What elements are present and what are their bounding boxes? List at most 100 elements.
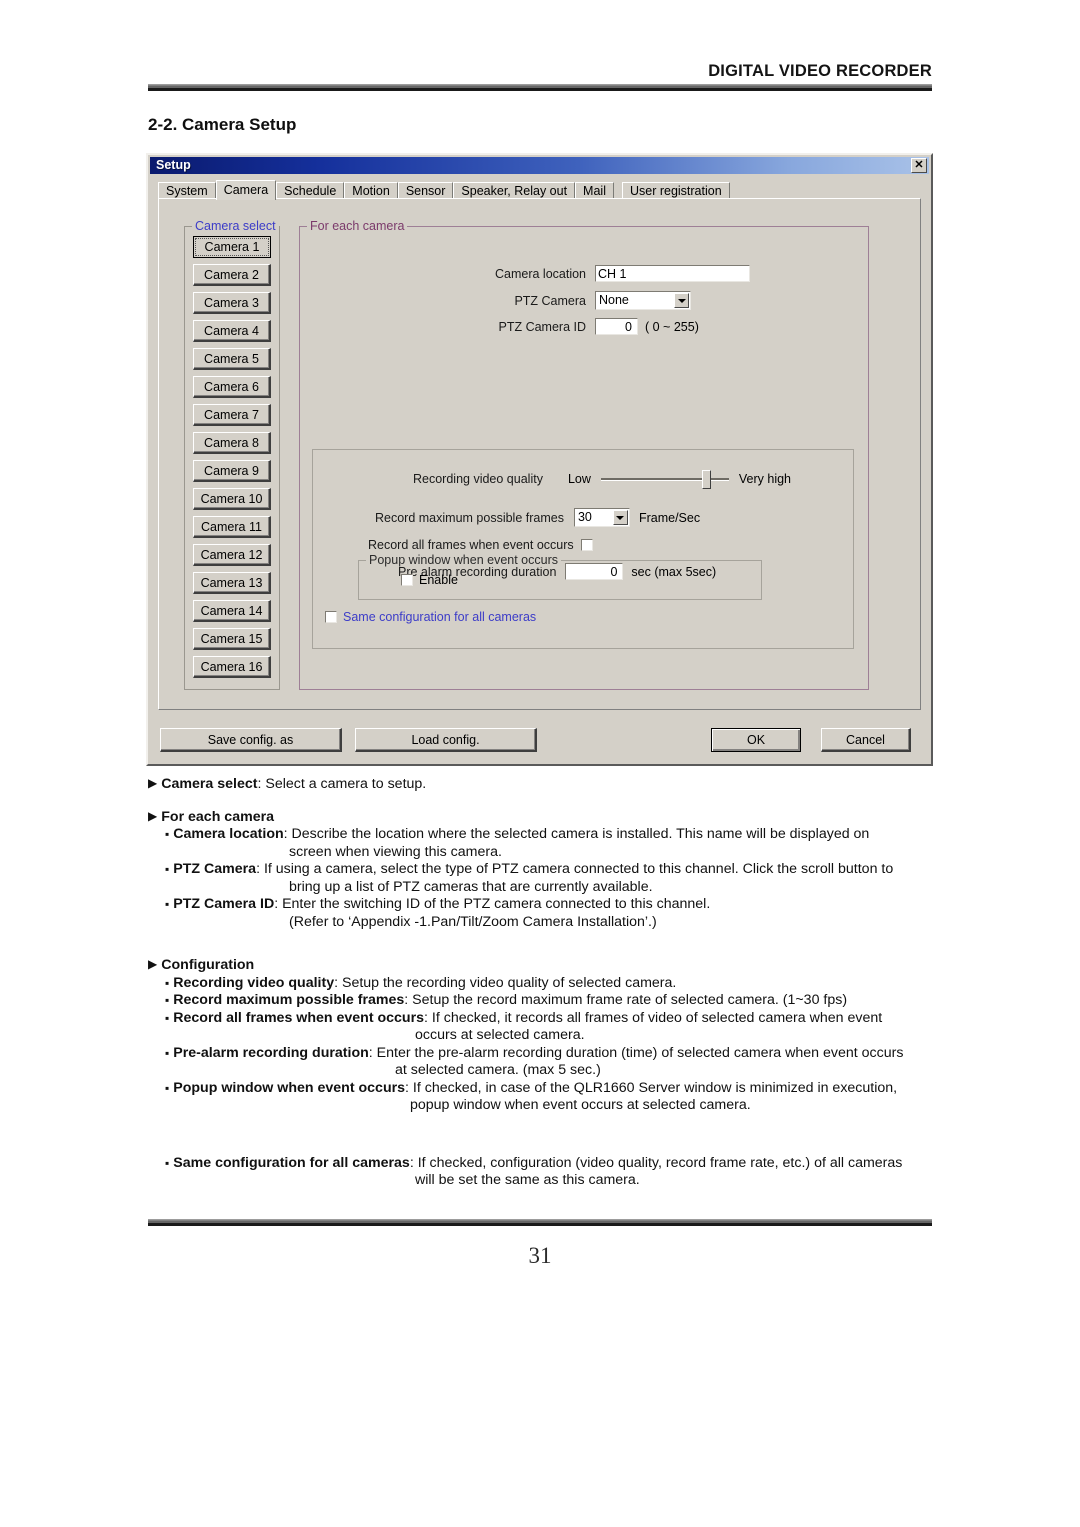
camera-button-3[interactable]: Camera 3 [193,292,271,314]
square-bullet-icon: ▪ [165,1080,170,1095]
triangle-bullet-icon: ▶ [148,776,158,790]
ok-button[interactable]: OK [711,728,801,752]
desc-record-all-frames-cont: occurs at selected camera. [415,1027,585,1043]
chevron-down-icon[interactable] [612,510,628,525]
camera-button-4[interactable]: Camera 4 [193,320,271,342]
tab-motion[interactable]: Motion [344,182,398,199]
popup-window-group: Popup window when event occurs Enable [358,553,762,600]
desc-recording-quality: ▪ Recording video quality: Setup the reco… [148,975,938,993]
tab-sensor[interactable]: Sensor [397,182,454,199]
camera-button-10[interactable]: Camera 10 [193,488,271,510]
setup-dialog: Setup ✕ System Camera Schedule Motion Se… [146,153,933,766]
desc-same-config-cont: will be set the same as this camera. [415,1172,640,1188]
popup-window-legend: Popup window when event occurs [366,553,562,567]
camera-location-input[interactable]: CH 1 [595,265,750,282]
camera-button-1[interactable]: Camera 1 [193,236,271,258]
chevron-down-icon[interactable] [674,293,689,308]
desc-max-frames: ▪ Record maximum possible frames: Setup t… [148,992,938,1010]
popup-enable-row: Enable [401,573,458,587]
square-bullet-icon: ▪ [165,993,170,1007]
triangle-bullet-icon: ▶ [148,957,158,971]
ptz-camera-select[interactable]: None [595,291,691,310]
camera-button-6[interactable]: Camera 6 [193,376,271,398]
cancel-button[interactable]: Cancel [821,728,911,752]
camera-button-5[interactable]: Camera 5 [193,348,271,370]
page-number: 31 [528,1243,552,1268]
close-icon[interactable]: ✕ [911,158,927,173]
camera-tab-page: Camera select Camera 1 Camera 2 Camera 3… [158,198,921,710]
camera-button-12[interactable]: Camera 12 [193,544,271,566]
camera-button-2[interactable]: Camera 2 [193,264,271,286]
max-frames-select[interactable]: 30 [573,508,630,527]
ptz-camera-label: PTZ Camera [514,293,586,308]
popup-enable-checkbox[interactable] [401,574,413,586]
record-all-frames-checkbox[interactable] [580,539,593,551]
camera-select-legend: Camera select [192,219,279,233]
desc-pre-alarm-text: : Enter the pre-alarm recording duration… [368,1044,904,1061]
camera-button-14[interactable]: Camera 14 [193,600,271,622]
camera-button-15[interactable]: Camera 15 [193,628,271,650]
record-all-frames-row: Record all frames when event occurs [368,538,593,552]
tab-speaker-relay-out[interactable]: Speaker, Relay out [453,182,576,199]
save-config-as-button[interactable]: Save config. as [160,728,342,752]
ptz-camera-id-range: ( 0 ~ 255) [645,319,699,334]
desc-for-each-camera-term: For each camera [161,808,275,825]
camera-button-11[interactable]: Camera 11 [193,516,271,538]
configuration-group: Recording video quality Low Very high Re… [312,449,854,649]
header-divider-rule [148,84,932,91]
desc-popup-window-cont: popup window when event occurs at select… [410,1097,751,1113]
camera-button-8[interactable]: Camera 8 [193,432,271,454]
desc-same-config-text: : If checked, configuration (video quali… [409,1154,903,1171]
ptz-camera-id-input[interactable]: 0 [595,318,638,335]
desc-same-config-term: Same configuration for all cameras [173,1154,410,1171]
camera-button-13[interactable]: Camera 13 [193,572,271,594]
desc-camera-location-text: : Describe the location where the select… [283,826,870,842]
desc-camera-location: ▪ Camera location: Describe the location … [148,826,938,861]
desc-camera-select-term: Camera select [161,776,258,792]
desc-camera-select-text: : Select a camera to setup. [257,776,427,792]
tab-user-registration[interactable]: User registration [621,182,730,199]
ptz-camera-id-row: PTZ Camera ID 0 ( 0 ~ 255) [468,318,699,335]
desc-record-all-frames-term: Record all frames when event occurs [173,1009,425,1026]
camera-select-list: Camera 1 Camera 2 Camera 3 Camera 4 Came… [193,236,273,684]
same-config-label: Same configuration for all cameras [343,610,537,624]
tab-system[interactable]: System [158,182,216,199]
desc-spacer-2 [148,931,938,957]
desc-max-frames-term: Record maximum possible frames [173,992,405,1008]
tab-bar: System Camera Schedule Motion Sensor Spe… [158,179,730,200]
tab-schedule[interactable]: Schedule [276,182,345,199]
desc-record-all-frames: ▪ Record all frames when event occurs: If… [148,1010,938,1045]
for-each-camera-legend: For each camera [307,219,408,233]
tab-mail[interactable]: Mail [575,182,614,199]
camera-location-row: Camera location CH 1 [468,265,750,282]
desc-popup-window-text: : If checked, in case of the QLR1660 Ser… [405,1079,898,1096]
camera-button-16[interactable]: Camera 16 [193,656,271,678]
desc-camera-location-cont: screen when viewing this camera. [289,843,502,860]
desc-popup-window-term: Popup window when event occurs [173,1079,406,1096]
desc-ptz-camera-cont: bring up a list of PTZ cameras that are … [289,878,653,895]
desc-for-each-camera-heading: ▶ For each camera [148,809,938,827]
camera-button-7[interactable]: Camera 7 [193,404,271,426]
load-config-button[interactable]: Load config. [355,728,537,752]
desc-ptz-camera-id-cont: (Refer to ‘Appendix -1.Pan/Tilt/Zoom Cam… [289,913,657,930]
description-body: ▶ Camera select: Select a camera to setup… [148,776,938,1190]
recording-quality-slider[interactable] [600,469,729,489]
same-config-checkbox[interactable] [325,611,337,623]
tab-camera[interactable]: Camera [215,180,277,200]
camera-select-group: Camera select Camera 1 Camera 2 Camera 3… [184,219,280,690]
max-frames-row: Record maximum possible frames 30 Frame/… [375,508,700,527]
desc-pre-alarm-term: Pre-alarm recording duration [173,1044,369,1061]
camera-button-9[interactable]: Camera 9 [193,460,271,482]
footer-divider-rule [148,1219,932,1226]
desc-recording-quality-term: Recording video quality [173,974,335,991]
quality-max-label: Very high [738,472,792,486]
desc-same-config: ▪ Same configuration for all cameras: If … [148,1155,938,1190]
square-bullet-icon: ▪ [165,862,170,876]
square-bullet-icon: ▪ [165,1045,170,1060]
for-each-camera-group: For each camera Camera location CH 1 PTZ… [299,219,869,690]
camera-location-label: Camera location [494,266,586,281]
desc-configuration-term: Configuration [161,957,255,973]
popup-enable-label: Enable [419,573,458,587]
slider-thumb[interactable] [702,470,711,489]
quality-min-label: Low [567,472,591,486]
